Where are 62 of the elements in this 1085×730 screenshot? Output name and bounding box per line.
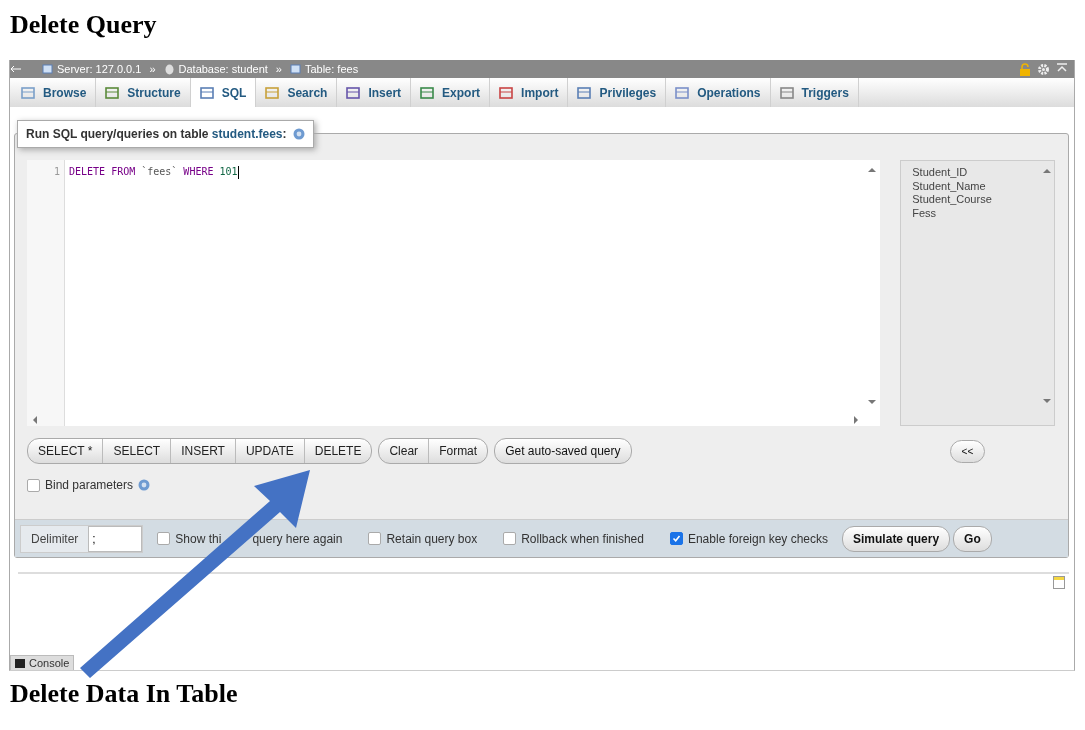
checkbox[interactable]: [503, 532, 517, 545]
breadcrumb-separator: »: [149, 63, 156, 75]
terminal-icon: [15, 658, 25, 668]
sql-editor[interactable]: 1 DELETE FROM `fees` WHERE 101: [27, 160, 881, 426]
query-button[interactable]: INSERT: [170, 439, 235, 463]
tab[interactable]: Triggers: [770, 78, 859, 107]
checkbox[interactable]: [157, 532, 171, 545]
table-link[interactable]: student.fees: [211, 127, 283, 141]
checkbox-label: Bind parameters: [45, 478, 134, 492]
tab[interactable]: Import: [490, 78, 569, 107]
action-button[interactable]: Simulate query: [842, 525, 951, 552]
table-icon: [289, 63, 301, 75]
tab[interactable]: Insert: [337, 78, 412, 107]
breadcrumb-separator: »: [275, 63, 282, 75]
tab[interactable]: Export: [411, 78, 491, 107]
tab[interactable]: Search: [256, 78, 338, 107]
checkmark-icon: [671, 534, 681, 543]
tab[interactable]: Privileges: [568, 78, 667, 107]
note-icon[interactable]: [1053, 576, 1065, 589]
delimiter-label: Delimiter: [30, 531, 80, 546]
checkbox-label: query here again: [252, 531, 343, 546]
column-name[interactable]: Student_ID: [912, 166, 1043, 180]
checkbox[interactable]: [669, 532, 683, 545]
settings-icon[interactable]: [1037, 62, 1050, 76]
action-button[interactable]: Go: [953, 525, 992, 552]
column-name[interactable]: Student_Name: [912, 179, 1043, 193]
page-heading: Delete Query: [9, 9, 158, 40]
query-button[interactable]: Format: [428, 439, 488, 463]
breadcrumb-link[interactable]: Table: fees: [304, 63, 359, 75]
checkbox[interactable]: [27, 478, 40, 492]
table-icon: [21, 85, 35, 100]
checkbox[interactable]: [368, 532, 382, 545]
padlock-icon[interactable]: [1019, 62, 1031, 76]
query-button[interactable]: Get auto-saved query: [494, 438, 632, 464]
help-icon[interactable]: [138, 479, 151, 491]
checkbox-label: Retain query box: [386, 531, 478, 546]
tab[interactable]: Structure: [96, 78, 191, 107]
checkbox-label: Show thi: [175, 531, 222, 546]
column-name[interactable]: Fess: [912, 206, 1043, 220]
query-button[interactable]: UPDATE: [234, 439, 304, 463]
page-caption: Delete Data In Table: [9, 678, 239, 710]
column-name[interactable]: Student_Course: [912, 193, 1043, 207]
tab[interactable]: SQL: [190, 78, 257, 107]
query-button[interactable]: SELECT: [102, 439, 171, 463]
cylinder-icon: [163, 63, 175, 75]
help-icon[interactable]: [292, 128, 305, 140]
legend-text: Run SQL query/queries on table student.fees:: [26, 127, 287, 141]
tab[interactable]: Browse: [12, 78, 97, 107]
console-tab[interactable]: Console: [10, 655, 75, 670]
line-number: 1: [27, 160, 65, 426]
insert-columns-button[interactable]: <<: [949, 439, 986, 463]
breadcrumb-link[interactable]: Server: 127.0.0.1: [57, 63, 142, 75]
breadcrumb-link[interactable]: Database: student: [178, 63, 268, 75]
delimiter-field[interactable]: Delimiter ;: [20, 524, 144, 553]
code-line: DELETE FROM `fees` WHERE 101: [68, 165, 240, 181]
checkbox-label: Rollback when finished: [521, 531, 644, 546]
query-button[interactable]: Clear: [379, 439, 429, 463]
checkbox-label: Enable foreign key checks: [687, 531, 829, 546]
back-arrow-icon[interactable]: [10, 64, 22, 74]
query-button[interactable]: SELECT *: [28, 439, 103, 463]
tab[interactable]: Operations: [666, 78, 771, 107]
query-button[interactable]: DELETE: [303, 439, 372, 463]
